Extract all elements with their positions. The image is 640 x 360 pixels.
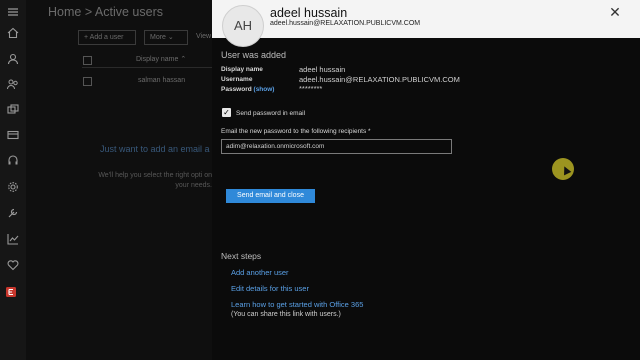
home-icon[interactable] [7, 27, 19, 39]
row-checkbox[interactable] [83, 77, 92, 86]
password-value: ******** [299, 84, 323, 93]
section-title: User was added [221, 50, 287, 60]
health-icon[interactable] [7, 259, 19, 271]
menu-icon[interactable] [7, 6, 19, 18]
add-user-button[interactable]: + Add a user [78, 30, 136, 45]
setup-icon[interactable] [7, 207, 19, 219]
select-all-checkbox[interactable] [83, 56, 92, 65]
close-icon[interactable]: ✕ [608, 5, 622, 19]
display-name-value: adeel hussain [299, 65, 346, 74]
user-added-panel: adeel hussain adeel.hussain@RELAXATION.P… [212, 0, 640, 360]
more-label: More [150, 34, 166, 41]
add-another-user-link[interactable]: Add another user [231, 268, 289, 277]
password-label: Password (show) [221, 86, 274, 93]
background-users-page: Home > Active users + Add a user More ⌄ … [26, 0, 212, 360]
user-icon[interactable] [7, 53, 19, 65]
send-email-and-close-button[interactable]: Send email and close [226, 189, 315, 203]
support-icon[interactable] [7, 155, 19, 167]
show-password-link[interactable]: (show) [254, 86, 275, 93]
more-button[interactable]: More ⌄ [144, 30, 188, 45]
display-name-label: Display name [221, 66, 263, 73]
send-password-label: Send password in email [236, 110, 306, 117]
send-password-checkbox[interactable]: ✓ [222, 108, 231, 117]
checkmark-icon: ✓ [223, 108, 230, 117]
reports-icon[interactable] [7, 233, 19, 245]
share-note: (You can share this link with users.) [231, 311, 341, 318]
password-label-text: Password [221, 86, 252, 93]
next-steps-title: Next steps [221, 251, 262, 261]
username-value: adeel.hussain@RELAXATION.PUBLICVM.COM [299, 75, 460, 84]
group-icon[interactable] [7, 78, 19, 90]
avatar: AH [222, 5, 264, 47]
left-nav-rail [0, 0, 26, 360]
table-row[interactable]: salman hassan [138, 77, 185, 84]
settings-icon[interactable] [7, 181, 19, 193]
cursor-highlight [552, 158, 574, 180]
billing-icon[interactable] [7, 129, 19, 141]
user-name-title: adeel hussain [270, 6, 348, 20]
column-display-name-label: Display name [136, 56, 179, 63]
get-started-office365-link[interactable]: Learn how to get started with Office 365 [231, 300, 363, 309]
user-email-subtitle: adeel.hussain@RELAXATION.PUBLICVM.COM [270, 20, 421, 27]
add-email-prompt: Just want to add an email a [100, 144, 210, 154]
username-label: Username [221, 76, 253, 83]
column-display-name[interactable]: Display name ⌃ [136, 55, 186, 63]
help-text: We'll help you select the right opti on … [98, 172, 212, 189]
view-label[interactable]: View [196, 33, 211, 40]
resources-icon[interactable] [7, 104, 19, 116]
recipients-input[interactable] [221, 139, 452, 154]
breadcrumb[interactable]: Home > Active users [48, 5, 163, 19]
panel-header: adeel hussain adeel.hussain@RELAXATION.P… [212, 0, 640, 38]
pointer-icon [560, 164, 572, 176]
recipients-label: Email the new password to the following … [221, 128, 371, 135]
sort-asc-icon: ⌃ [180, 56, 187, 63]
edit-user-details-link[interactable]: Edit details for this user [231, 284, 309, 293]
chevron-down-icon: ⌄ [167, 34, 174, 41]
exchange-icon[interactable] [5, 286, 17, 298]
